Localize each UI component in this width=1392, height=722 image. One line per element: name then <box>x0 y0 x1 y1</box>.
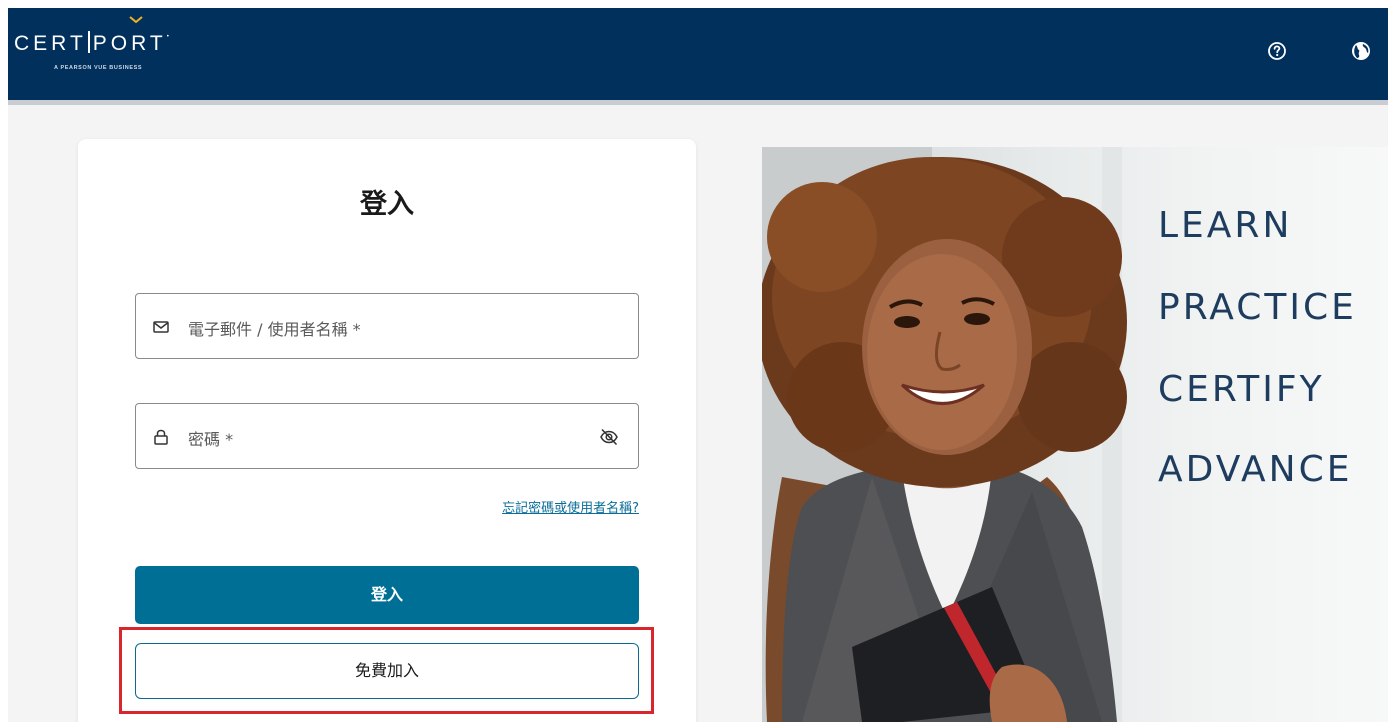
certiport-logo[interactable]: CERT PORT• A PEARSON VUE BUSINESS <box>14 16 169 71</box>
email-field[interactable]: 電子郵件 / 使用者名稱 * <box>135 293 639 359</box>
globe-icon[interactable] <box>1350 40 1372 62</box>
hero-line-advance: ADVANCE <box>1158 449 1353 490</box>
help-circle-icon[interactable] <box>1266 40 1288 62</box>
login-button[interactable]: 登入 <box>135 566 639 624</box>
email-placeholder: 電子郵件 / 使用者名稱 * <box>188 320 361 339</box>
student-photo-illustration <box>762 147 1127 722</box>
hero-line-learn: LEARN <box>1158 205 1293 246</box>
logo-wordmark: CERT PORT• <box>14 16 169 59</box>
forgot-password-link[interactable]: 忘記密碼或使用者名稱? <box>502 497 639 516</box>
logo-text: CERT <box>14 32 87 55</box>
lock-icon <box>154 429 168 445</box>
password-field[interactable]: 密碼 * <box>135 403 639 469</box>
join-free-button[interactable]: 免費加入 <box>135 643 639 699</box>
hero-line-certify: CERTIFY <box>1158 369 1325 410</box>
logo-tagline: A PEARSON VUE BUSINESS <box>54 65 143 71</box>
password-placeholder: 密碼 * <box>188 430 234 449</box>
mail-icon <box>153 321 169 333</box>
logo-text-2: PORT <box>92 32 167 55</box>
logo-spark-icon <box>129 16 143 24</box>
hero-image: LEARN PRACTICE CERTIFY ADVANCE <box>762 147 1388 722</box>
login-title: 登入 <box>360 189 414 220</box>
show-password-toggle-icon[interactable] <box>598 426 620 448</box>
hero-line-practice: PRACTICE <box>1158 287 1357 328</box>
top-navigation-bar <box>8 8 1388 102</box>
